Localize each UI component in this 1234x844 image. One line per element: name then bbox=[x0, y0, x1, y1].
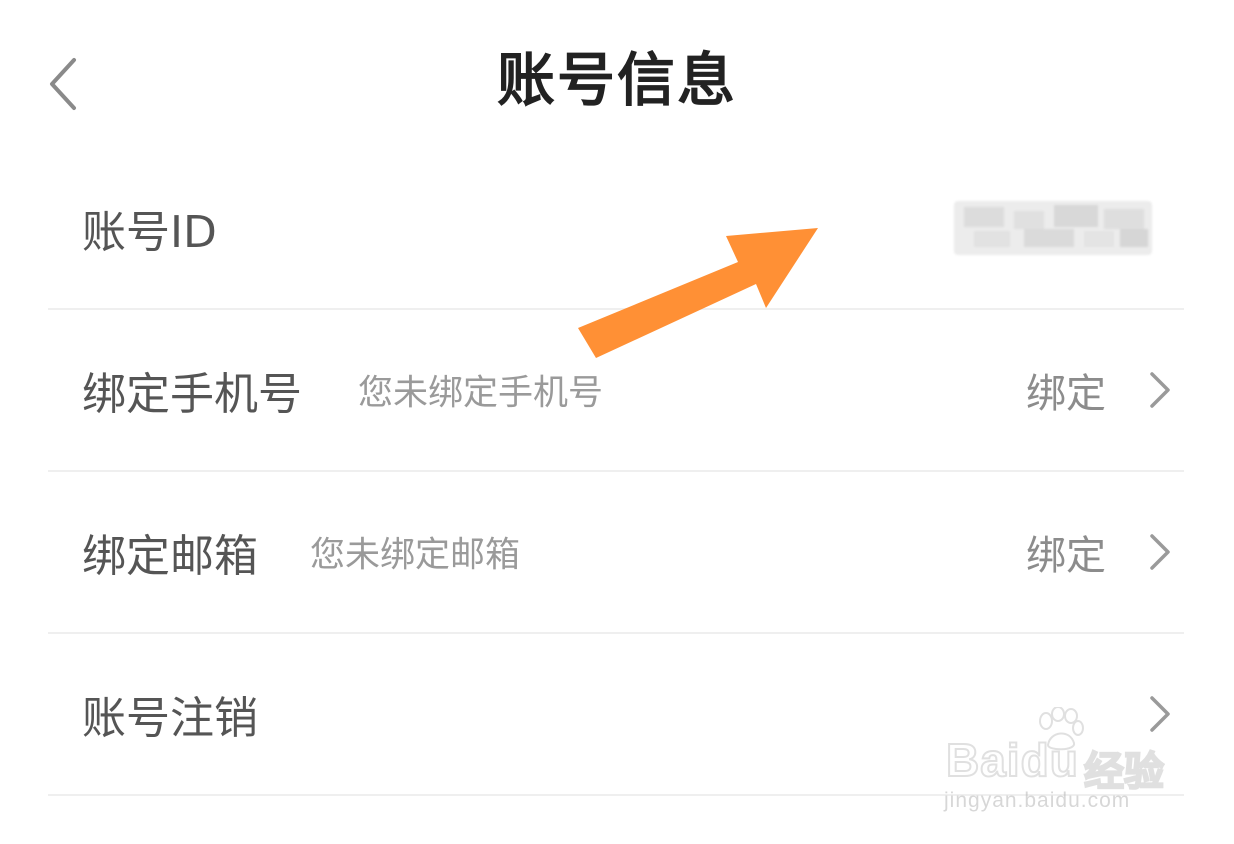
page-title: 账号信息 bbox=[496, 46, 737, 114]
bind-phone-status: 您未绑定手机号 bbox=[358, 373, 604, 414]
bind-email-label: 绑定邮箱 bbox=[82, 531, 258, 582]
account-id-label: 账号ID bbox=[82, 207, 217, 258]
bind-phone-label: 绑定手机号 bbox=[82, 369, 302, 420]
bind-email-row[interactable]: 绑定邮箱 您未绑定邮箱 绑定 bbox=[48, 472, 1184, 634]
bind-email-action[interactable]: 绑定 bbox=[1026, 523, 1106, 581]
orange-arrow-annotation bbox=[578, 228, 818, 358]
bind-email-status: 您未绑定邮箱 bbox=[310, 535, 521, 576]
chevron-right-icon bbox=[1150, 372, 1170, 408]
cancel-account-label: 账号注销 bbox=[82, 693, 258, 744]
nav-header: 账号信息 bbox=[0, 0, 1234, 160]
bind-phone-action[interactable]: 绑定 bbox=[1026, 361, 1106, 419]
watermark-url: jingyan.baidu.com bbox=[944, 789, 1131, 812]
account-id-value-obscured bbox=[954, 201, 1152, 255]
arrow-icon bbox=[578, 228, 818, 358]
chevron-right-icon bbox=[1150, 534, 1170, 570]
baidu-jingyan-watermark: Baidu 经验 jingyan.baidu.com bbox=[938, 705, 1178, 825]
watermark-brand: Baidu bbox=[945, 733, 1079, 787]
